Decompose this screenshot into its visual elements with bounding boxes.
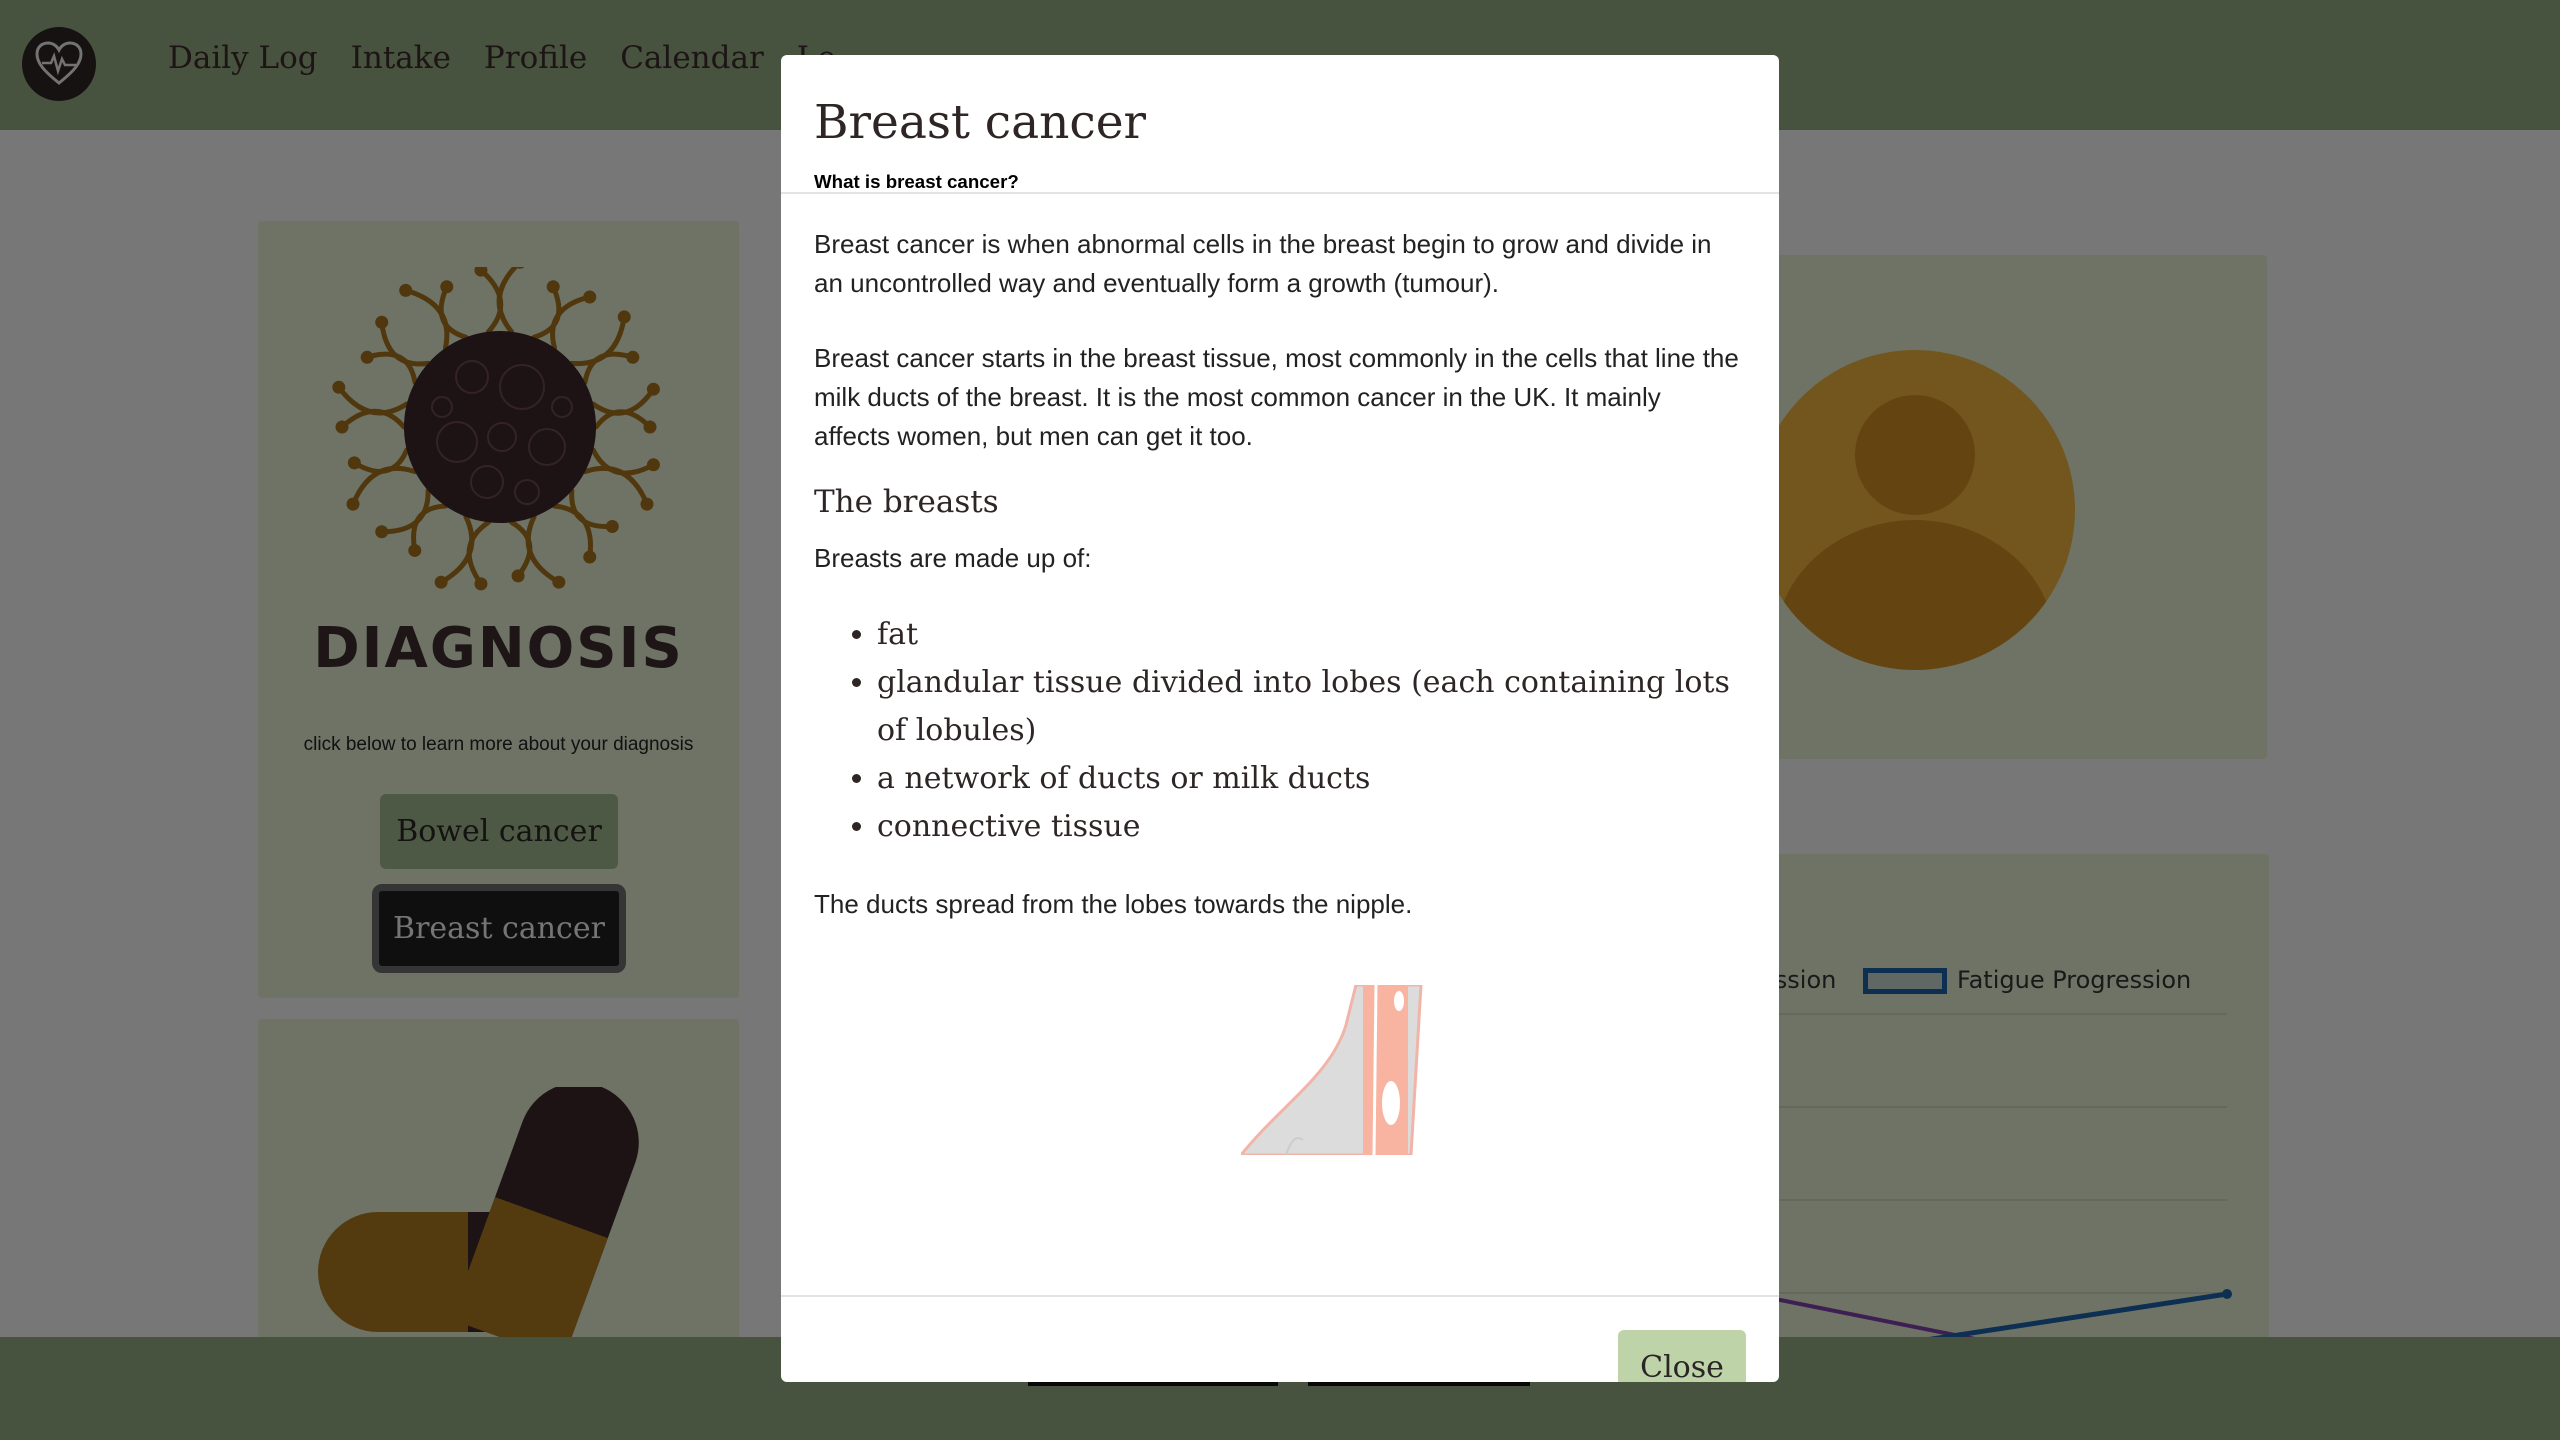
- modal-footer: Close: [781, 1295, 1779, 1382]
- paragraph-origin: Breast cancer starts in the breast tissu…: [814, 343, 1739, 451]
- list-item: a network of ducts or milk ducts: [877, 755, 1737, 803]
- paragraph-ducts: The ducts spread from the lobes towards …: [814, 889, 1413, 919]
- close-button[interactable]: Close: [1618, 1330, 1746, 1382]
- heading-what-is: What is breast cancer?: [814, 171, 1019, 192]
- diagnosis-info-modal: Breast cancer What is breast cancer? Bre…: [781, 55, 1779, 1382]
- heading-the-breasts: The breasts: [814, 484, 999, 520]
- breast-components-list: fat glandular tissue divided into lobes …: [877, 611, 1737, 851]
- list-item: glandular tissue divided into lobes (eac…: [877, 659, 1737, 755]
- list-item: fat: [877, 611, 1737, 659]
- paragraph-definition: Breast cancer is when abnormal cells in …: [814, 229, 1712, 298]
- breast-anatomy-illustration: [1241, 985, 1423, 1155]
- modal-title: Breast cancer: [814, 95, 1147, 150]
- paragraph-made-up-of: Breasts are made up of:: [814, 543, 1092, 573]
- list-item: connective tissue: [877, 803, 1737, 851]
